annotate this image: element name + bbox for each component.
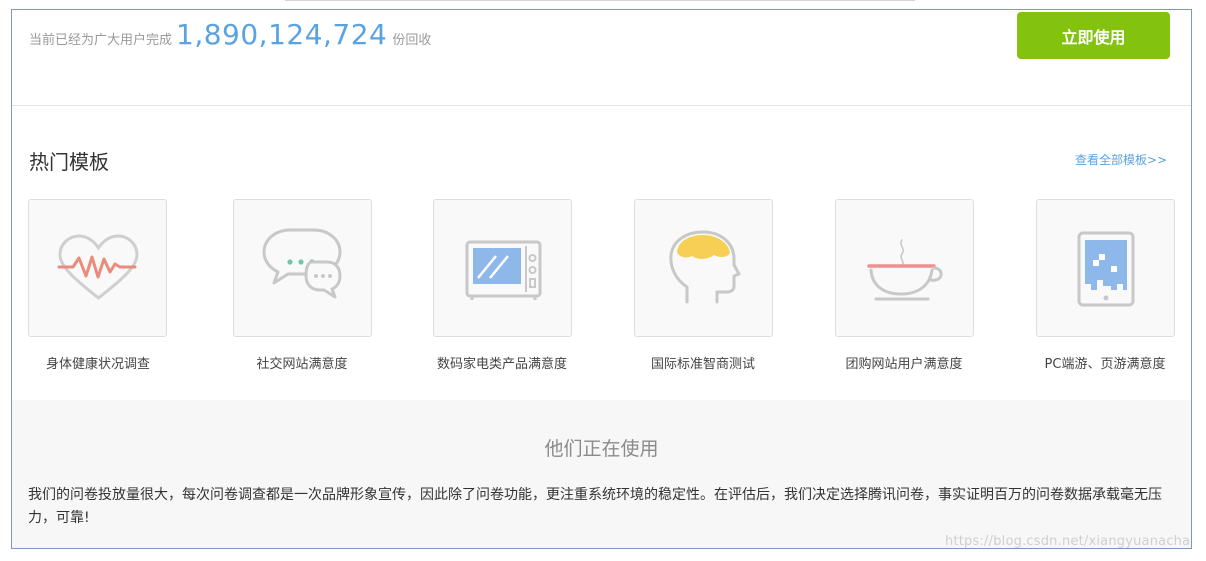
use-now-button[interactable]: 立即使用 — [1017, 12, 1170, 59]
template-label-social[interactable]: 社交网站满意度 — [212, 353, 392, 372]
chat-bubbles-icon — [262, 228, 342, 299]
template-card-social[interactable] — [233, 199, 372, 337]
template-label-iq-test[interactable]: 国际标准智商测试 — [613, 353, 793, 372]
template-card-pc-game[interactable] — [1036, 199, 1175, 337]
template-label-health[interactable]: 身体健康状况调查 — [12, 353, 188, 372]
view-all-templates-link[interactable]: 查看全部模板>> — [1075, 151, 1167, 168]
coffee-cup-icon — [867, 239, 943, 301]
template-card-iq-test[interactable] — [634, 199, 773, 337]
hot-templates-title: 热门模板 — [29, 150, 109, 174]
template-label-pc-game[interactable]: PC端游、页游满意度 — [1015, 353, 1191, 372]
stats-suffix: 份回收 — [392, 33, 432, 48]
top-divider — [285, 0, 915, 1]
stats-line: 当前已经为广大用户完成 1,890,124,724 份回收 — [29, 18, 431, 58]
stats-header: 当前已经为广大用户完成 1,890,124,724 份回收 立即使用 — [12, 10, 1191, 106]
watermark: https://blog.csdn.net/xiangyuanacha — [945, 534, 1191, 549]
microwave-icon — [465, 240, 542, 300]
template-card-group-buy[interactable] — [835, 199, 974, 337]
testimonial-section: 他们正在使用 我们的问卷投放量很大，每次问卷调查都是一次品牌形象宣传，因此除了问… — [12, 400, 1191, 548]
template-label-electronics[interactable]: 数码家电类产品满意度 — [412, 353, 592, 372]
heartbeat-icon — [57, 234, 139, 300]
survey-home-panel: 当前已经为广大用户完成 1,890,124,724 份回收 立即使用 热门模板 … — [11, 9, 1192, 549]
tablet-game-icon — [1077, 231, 1135, 307]
response-count: 1,890,124,724 — [176, 18, 388, 51]
brain-head-icon — [669, 230, 741, 304]
testimonial-quote: 我们的问卷投放量很大，每次问卷调查都是一次品牌形象宣传，因此除了问卷功能，更注重… — [28, 487, 1162, 526]
template-card-health[interactable] — [28, 199, 167, 337]
template-card-electronics[interactable] — [433, 199, 572, 337]
stats-prefix: 当前已经为广大用户完成 — [29, 33, 173, 48]
template-label-group-buy[interactable]: 团购网站用户满意度 — [814, 353, 994, 372]
testimonial-title: 他们正在使用 — [544, 438, 659, 460]
